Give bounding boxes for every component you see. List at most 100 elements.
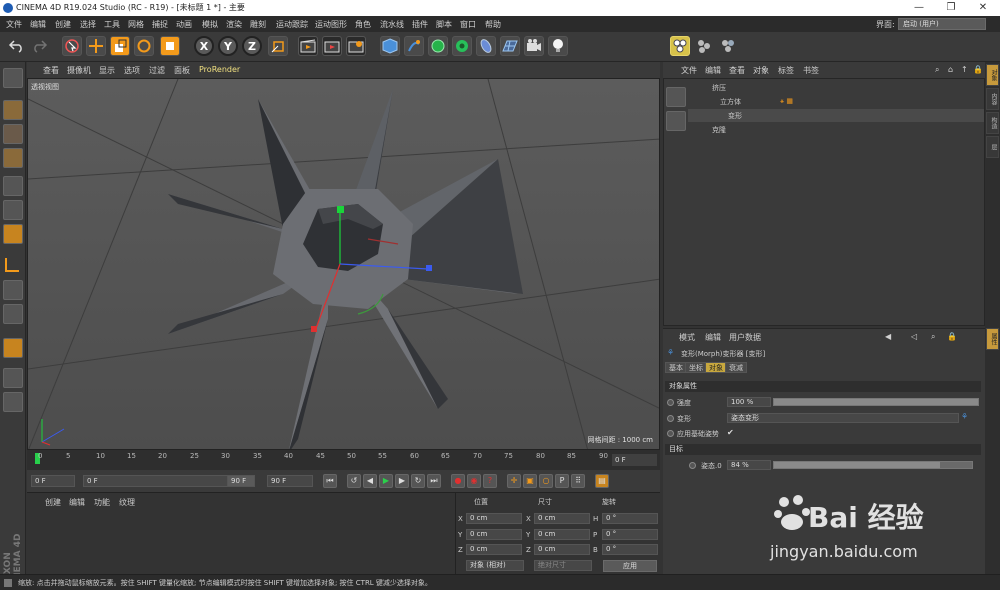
- live-selection-button[interactable]: [62, 36, 82, 56]
- viewport-menu-camera[interactable]: 摄像机: [67, 65, 91, 76]
- size-y-field[interactable]: 0 cm: [534, 529, 590, 540]
- layout-dropdown[interactable]: 启动 (用户): [898, 18, 986, 30]
- timeline[interactable]: 0 5 10 15 20 25 30 35 40 45 50 55 60 65 …: [27, 450, 660, 470]
- render-view-button[interactable]: [298, 36, 318, 56]
- om-menu-edit[interactable]: 编辑: [705, 65, 721, 76]
- current-frame-field[interactable]: 0 F: [612, 454, 657, 466]
- menu-animate[interactable]: 动画: [176, 19, 192, 30]
- point-mode-button[interactable]: [3, 176, 23, 196]
- end-frame-field[interactable]: 90 F: [267, 475, 313, 487]
- tweak-mode-button[interactable]: [3, 280, 23, 300]
- render-picture-viewer-button[interactable]: [322, 36, 342, 56]
- forward-arrow-icon[interactable]: ◁: [911, 332, 917, 341]
- render-settings-button[interactable]: [346, 36, 366, 56]
- pose-strength-slider[interactable]: [773, 461, 973, 469]
- pos-z-field[interactable]: 0 cm: [466, 544, 522, 555]
- material-menu-edit[interactable]: 编辑: [69, 497, 85, 508]
- viewport-menu-panel[interactable]: 面板: [174, 65, 190, 76]
- tab-structure[interactable]: 构造: [986, 112, 999, 134]
- search-icon[interactable]: ⌕: [931, 332, 935, 342]
- tab-objects[interactable]: 对象: [986, 64, 999, 86]
- tab-falloff[interactable]: 衰减: [725, 362, 747, 373]
- rot-h-field[interactable]: 0 °: [602, 513, 658, 524]
- size-z-field[interactable]: 0 cm: [534, 544, 590, 555]
- apply-button[interactable]: 应用: [603, 560, 657, 572]
- scale-button[interactable]: [110, 36, 130, 56]
- make-editable-button[interactable]: [3, 68, 23, 88]
- om-menu-tags[interactable]: 标签: [778, 65, 794, 76]
- object-row-cloner[interactable]: 克隆: [688, 123, 984, 136]
- pos-y-field[interactable]: 0 cm: [466, 529, 522, 540]
- preview-range-end[interactable]: 90 F: [227, 475, 255, 487]
- tab-content[interactable]: 内容: [986, 88, 999, 110]
- record-pla-button[interactable]: ⠿: [571, 474, 585, 488]
- material-menu-texture[interactable]: 纹理: [119, 497, 135, 508]
- size-x-field[interactable]: 0 cm: [534, 513, 590, 524]
- lock-icon[interactable]: 🔒: [947, 332, 957, 341]
- om-menu-file[interactable]: 文件: [681, 65, 697, 76]
- menu-create[interactable]: 创建: [55, 19, 71, 30]
- base-pose-checkbox[interactable]: ✔: [727, 428, 734, 437]
- lock-icon[interactable]: 🔒: [973, 65, 983, 74]
- targets-section[interactable]: 目标: [665, 444, 981, 455]
- perspective-viewport[interactable]: 透视视图 网格间距 : 1000 cm: [27, 78, 660, 450]
- menu-mograph[interactable]: 运动图形: [315, 19, 347, 30]
- maximize-button[interactable]: ❐: [936, 0, 966, 16]
- menu-character[interactable]: 角色: [355, 19, 371, 30]
- tab-coordinates[interactable]: 坐标: [685, 362, 707, 373]
- om-tool-button[interactable]: [666, 111, 686, 131]
- interpolation-button[interactable]: ▤: [595, 474, 609, 488]
- next-frame-button[interactable]: ▶: [395, 474, 409, 488]
- menu-file[interactable]: 文件: [6, 19, 22, 30]
- am-menu-userdata[interactable]: 用户数据: [729, 332, 761, 343]
- cube-object-button[interactable]: [380, 36, 400, 56]
- star-mesh[interactable]: [168, 89, 523, 450]
- menu-motion-tracking[interactable]: 运动跟踪: [276, 19, 308, 30]
- coordinate-mode-dropdown[interactable]: 对象 (相对): [466, 560, 524, 571]
- search-icon[interactable]: ⌕: [935, 65, 939, 75]
- edges-mode-button[interactable]: [694, 36, 714, 56]
- move-button[interactable]: [86, 36, 106, 56]
- material-menu-function[interactable]: 功能: [94, 497, 110, 508]
- subdivision-surface-button[interactable]: [428, 36, 448, 56]
- record-parameter-button[interactable]: P: [555, 474, 569, 488]
- strength-field[interactable]: 100 %: [727, 397, 771, 407]
- autokey-button[interactable]: ◉: [467, 474, 481, 488]
- x-axis-lock-button[interactable]: X: [194, 36, 214, 56]
- rot-p-field[interactable]: 0 °: [602, 529, 658, 540]
- menu-sculpt[interactable]: 雕刻: [250, 19, 266, 30]
- target-animate-radio[interactable]: [667, 415, 674, 422]
- object-row-morph[interactable]: 变形: [688, 109, 984, 122]
- workplane-mode-button[interactable]: [3, 148, 23, 168]
- solo-button[interactable]: [3, 392, 23, 412]
- points-mode-button[interactable]: [670, 36, 690, 56]
- previous-key-button[interactable]: ↺: [347, 474, 361, 488]
- menu-script[interactable]: 脚本: [436, 19, 452, 30]
- menu-snap[interactable]: 捕捉: [152, 19, 168, 30]
- edge-mode-button[interactable]: [3, 200, 23, 220]
- menu-help[interactable]: 帮助: [485, 19, 501, 30]
- polygons-mode-button[interactable]: [718, 36, 738, 56]
- pos-x-field[interactable]: 0 cm: [466, 513, 522, 524]
- target-link-field[interactable]: 姿态变形: [727, 413, 959, 423]
- redo-button[interactable]: [30, 36, 50, 56]
- undo-button[interactable]: [6, 36, 26, 56]
- go-to-start-button[interactable]: ⏮: [323, 474, 337, 488]
- magnet-button[interactable]: [3, 338, 23, 358]
- record-rotation-button[interactable]: ○: [539, 474, 553, 488]
- tab-layers[interactable]: 层: [986, 136, 999, 158]
- pose-strength-field[interactable]: 84 %: [727, 460, 771, 470]
- recent-tool-button[interactable]: [160, 36, 180, 56]
- play-button[interactable]: ▶: [379, 474, 393, 488]
- minimize-button[interactable]: —: [904, 0, 934, 16]
- om-menu-view[interactable]: 查看: [729, 65, 745, 76]
- link-target-icon[interactable]: ⚘: [961, 412, 968, 421]
- light-button[interactable]: [548, 36, 568, 56]
- model-mode-button[interactable]: [3, 100, 23, 120]
- size-mode-dropdown[interactable]: 绝对尺寸: [534, 560, 592, 571]
- am-menu-mode[interactable]: 模式: [679, 332, 695, 343]
- next-key-button[interactable]: ↻: [411, 474, 425, 488]
- start-frame-field[interactable]: 0 F: [31, 475, 75, 487]
- floor-button[interactable]: [500, 36, 520, 56]
- tab-basic[interactable]: 基本: [665, 362, 687, 373]
